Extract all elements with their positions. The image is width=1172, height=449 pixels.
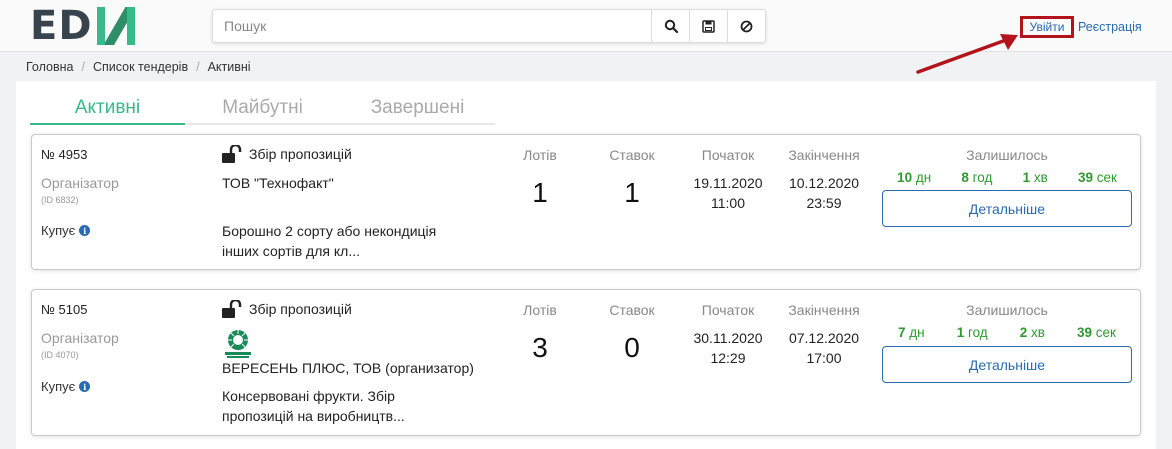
red-arrow-annotation	[916, 34, 1018, 74]
ban-icon	[740, 20, 753, 32]
save-search-button[interactable]	[689, 10, 727, 42]
breadcrumb-home[interactable]: Головна	[26, 60, 74, 74]
search-input[interactable]	[213, 10, 651, 42]
organizer-label: Організатор	[41, 330, 119, 346]
breadcrumb: Головна / Список тендерів / Активні	[26, 60, 251, 74]
tender-number[interactable]: № 5105	[41, 302, 87, 317]
bids-header: Ставок	[609, 147, 655, 163]
unlock-icon	[222, 145, 242, 163]
organizer-id: (ID 6832)	[41, 195, 79, 205]
breadcrumb-tenders[interactable]: Список тендерів	[93, 60, 188, 74]
search-icon	[664, 19, 678, 33]
tender-status: Збір пропозицій	[222, 145, 352, 163]
start-datetime: 19.11.2020 11:00	[693, 175, 763, 211]
countdown-timer: 7 дн 1 год 2 хв 39 сек	[898, 325, 1116, 340]
details-button[interactable]: Детальніше	[882, 346, 1132, 383]
end-header: Закінчення	[788, 302, 860, 318]
company-logo	[225, 330, 251, 358]
login-button[interactable]: Увійти	[1020, 16, 1074, 38]
lots-count: 3	[532, 332, 548, 363]
tender-card: № 5105 Організатор (ID 4070) Купує i Збі…	[31, 289, 1141, 436]
end-datetime: 07.12.2020 17:00	[788, 330, 860, 366]
tender-tabs: Активні Майбутні Завершені	[30, 97, 495, 125]
tab-active[interactable]: Активні	[30, 97, 185, 125]
end-datetime: 10.12.2020 23:59	[788, 175, 860, 211]
header: ED Увійти Реєстрація	[0, 0, 1172, 74]
bids-count: 0	[624, 332, 640, 363]
floppy-disk-icon	[702, 19, 715, 33]
info-icon[interactable]: i	[79, 225, 91, 236]
tender-status: Збір пропозицій	[222, 300, 352, 318]
organizer-id: (ID 4070)	[41, 350, 79, 360]
end-header: Закінчення	[788, 147, 860, 163]
remaining-header: Залишилось	[966, 147, 1048, 163]
breadcrumb-active: Активні	[207, 60, 251, 74]
lots-count: 1	[532, 177, 548, 208]
tender-description[interactable]: Борошно 2 сорту або некондиція інших сор…	[222, 221, 462, 261]
company-name: ВЕРЕСЕНЬ ПЛЮС, ТОВ (организатор)	[222, 360, 474, 376]
countdown-timer: 10 дн 8 год 1 хв 39 сек	[897, 170, 1117, 185]
tab-upcoming[interactable]: Майбутні	[185, 97, 340, 125]
tender-description[interactable]: Консервовані фрукти. Збір пропозицій на …	[222, 386, 462, 426]
buys-label: Купує i	[41, 223, 91, 238]
buys-label: Купує i	[41, 379, 91, 394]
logo-n-mark	[96, 7, 135, 45]
bids-count: 1	[624, 177, 640, 208]
lots-header: Лотів	[523, 147, 557, 163]
remaining-header: Залишилось	[966, 302, 1048, 318]
info-icon[interactable]: i	[79, 381, 91, 392]
unlock-icon	[222, 300, 242, 318]
tender-number[interactable]: № 4953	[41, 147, 87, 162]
details-button[interactable]: Детальніше	[882, 190, 1132, 227]
organizer-label: Організатор	[41, 175, 119, 191]
start-datetime: 30.11.2020 12:29	[693, 330, 763, 366]
lots-header: Лотів	[523, 302, 557, 318]
tender-card: № 4953 Організатор (ID 6832) Купує i Збі…	[31, 134, 1141, 270]
start-header: Початок	[701, 147, 755, 163]
search-bar	[212, 9, 766, 43]
tab-finished[interactable]: Завершені	[340, 97, 495, 125]
start-header: Початок	[701, 302, 755, 318]
edin-logo[interactable]: ED	[30, 3, 135, 49]
company-name: ТОВ "Технофакт"	[222, 175, 334, 191]
search-button[interactable]	[651, 10, 689, 42]
clear-search-button[interactable]	[727, 10, 765, 42]
register-link[interactable]: Реєстрація	[1078, 20, 1142, 34]
bids-header: Ставок	[609, 302, 655, 318]
